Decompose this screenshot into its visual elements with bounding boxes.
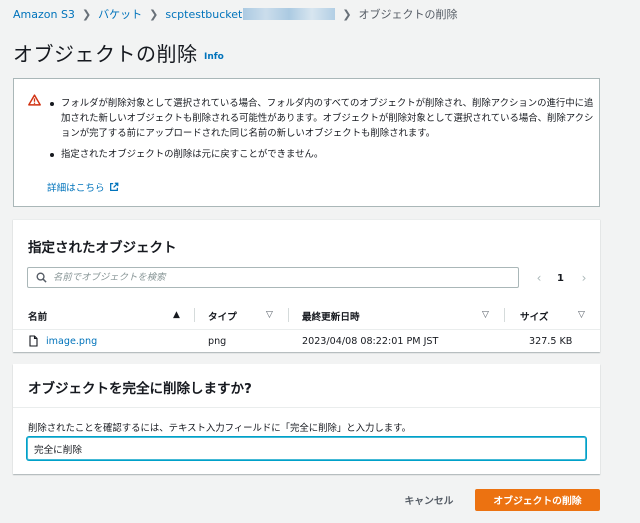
sort-toggle-icon[interactable]: ▽ <box>482 310 489 320</box>
details-link-wrapper[interactable]: 詳細はこちら <box>47 180 119 194</box>
breadcrumb-current: オブジェクトの削除 <box>358 8 458 21</box>
table-row: image.png png 2023/04/08 08:22:01 PM JST… <box>13 331 600 353</box>
confirm-instruction: 削除されたことを確認するには、テキスト入力フィールドに「完全に削除」と入力します… <box>28 423 411 434</box>
column-divider <box>504 308 505 322</box>
alert-bullet: 指定されたオブジェクトの削除は元に戻すことができません。 <box>49 147 594 162</box>
object-name-link[interactable]: image.png <box>46 336 97 347</box>
alert-bullet: フォルダが削除対象として選択されている場合、フォルダ内のすべてのオブジェクトが削… <box>49 96 594 141</box>
page-title: オブジェクトの削除 <box>13 42 198 66</box>
confirm-delete-panel: オブジェクトを完全に削除しますか? 削除されたことを確認するには、テキスト入力フ… <box>13 364 600 474</box>
column-header-modified[interactable]: 最終更新日時 <box>302 309 360 323</box>
alert-bullet-list: フォルダが削除対象として選択されている場合、フォルダ内のすべてのオブジェクトが削… <box>49 96 594 162</box>
table-header: 名前 ▲ タイプ ▽ 最終更新日時 ▽ サイズ ▽ <box>13 300 600 330</box>
redacted-bucket-suffix <box>243 8 336 20</box>
details-link[interactable]: 詳細はこちら <box>47 180 105 194</box>
breadcrumb-separator: ❯ <box>342 7 352 21</box>
info-link[interactable]: Info <box>204 52 224 62</box>
column-header-name[interactable]: 名前 <box>28 309 47 323</box>
object-type: png <box>208 336 227 347</box>
breadcrumb-separator: ❯ <box>149 7 159 21</box>
confirm-header: オブジェクトを完全に削除しますか? <box>13 364 600 408</box>
object-modified: 2023/04/08 08:22:01 PM JST <box>302 336 439 347</box>
breadcrumb: Amazon S3 ❯ バケット ❯ scptestbucket ❯ オブジェク… <box>13 6 458 22</box>
column-header-type[interactable]: タイプ <box>208 309 237 323</box>
object-size: 327.5 KB <box>529 336 573 347</box>
file-icon <box>29 335 38 347</box>
breadcrumb-bucket-name[interactable]: scptestbucket <box>165 8 242 21</box>
sort-toggle-icon[interactable]: ▽ <box>266 310 273 320</box>
specified-objects-panel: 指定されたオブジェクト ‹ 1 › 名前 ▲ タイプ ▽ 最終更新日時 ▽ サイ… <box>13 219 600 352</box>
column-divider <box>288 308 289 322</box>
breadcrumb-buckets[interactable]: バケット <box>98 6 142 22</box>
sort-toggle-icon[interactable]: ▽ <box>578 310 585 320</box>
warning-icon <box>28 94 41 106</box>
breadcrumb-separator: ❯ <box>81 7 92 21</box>
chevron-right-icon[interactable]: › <box>578 271 590 285</box>
cancel-button[interactable]: キャンセル <box>392 489 466 511</box>
column-divider <box>194 308 195 322</box>
pagination: ‹ 1 › <box>533 269 590 287</box>
panel-title: 指定されたオブジェクト <box>28 240 177 256</box>
search-input[interactable] <box>53 270 513 285</box>
confirm-text-field[interactable] <box>27 437 586 460</box>
external-link-icon[interactable] <box>109 182 119 192</box>
page-number[interactable]: 1 <box>557 273 564 284</box>
confirm-title: オブジェクトを完全に削除しますか? <box>28 381 252 397</box>
sort-ascending-icon[interactable]: ▲ <box>173 310 180 320</box>
breadcrumb-amazon-s3[interactable]: Amazon S3 <box>13 8 75 21</box>
delete-objects-button[interactable]: オブジェクトの削除 <box>475 489 600 511</box>
column-header-size[interactable]: サイズ <box>520 309 549 323</box>
search-box[interactable] <box>27 267 519 288</box>
chevron-left-icon[interactable]: ‹ <box>533 271 545 285</box>
search-icon <box>36 272 47 283</box>
